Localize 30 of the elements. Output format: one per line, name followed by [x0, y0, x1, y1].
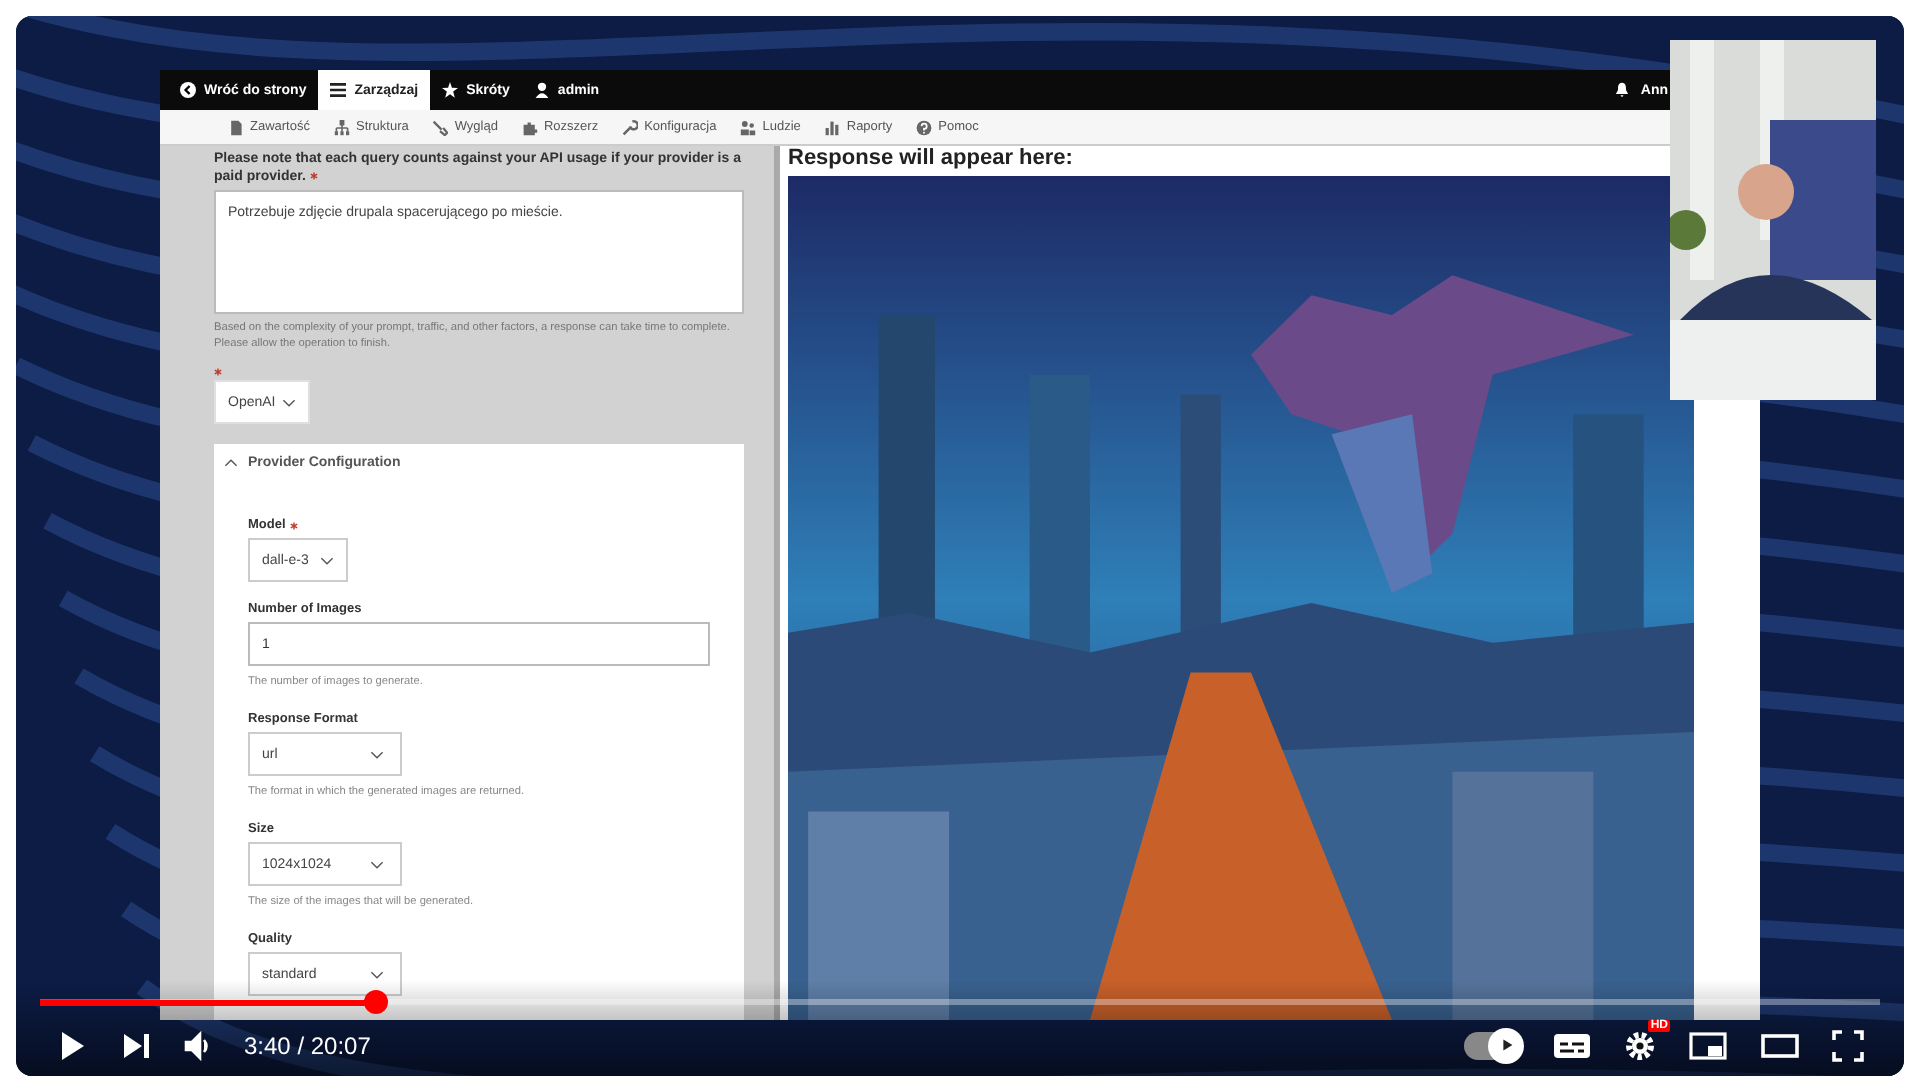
play-icon: [56, 1029, 88, 1061]
help-icon: [916, 119, 933, 135]
play-icon: [1497, 1036, 1515, 1054]
chevron-down-icon: [370, 969, 384, 979]
back-icon: [180, 82, 196, 98]
settings-icon: [1624, 1029, 1656, 1061]
bar-chart-icon: [824, 119, 841, 135]
chevron-down-icon: [370, 749, 384, 759]
autoplay-toggle[interactable]: [1464, 1031, 1520, 1059]
people-icon: [740, 119, 757, 135]
chevron-up-icon: [224, 458, 238, 468]
wrench-icon: [622, 119, 639, 135]
puzzle-icon: [521, 119, 538, 135]
chevron-down-icon: [281, 397, 296, 407]
chevron-down-icon: [320, 555, 334, 565]
skip-next-icon: [120, 1029, 152, 1061]
fullscreen-icon: [1832, 1029, 1864, 1061]
time-display: 3:40 / 20:07: [244, 1031, 371, 1059]
subtitles-icon: [1552, 1029, 1592, 1061]
bell-icon[interactable]: [1614, 82, 1631, 98]
menu-icon: [330, 82, 347, 98]
miniplayer-icon: [1688, 1029, 1728, 1061]
response-heading: Response will appear here:: [788, 146, 1073, 172]
star-icon: [442, 82, 459, 98]
brush-icon: [432, 119, 449, 135]
sitemap-icon: [333, 119, 350, 135]
theater-mode-icon: [1760, 1029, 1800, 1061]
user-icon: [533, 82, 550, 98]
page-icon: [228, 119, 244, 135]
chevron-down-icon: [370, 859, 384, 869]
